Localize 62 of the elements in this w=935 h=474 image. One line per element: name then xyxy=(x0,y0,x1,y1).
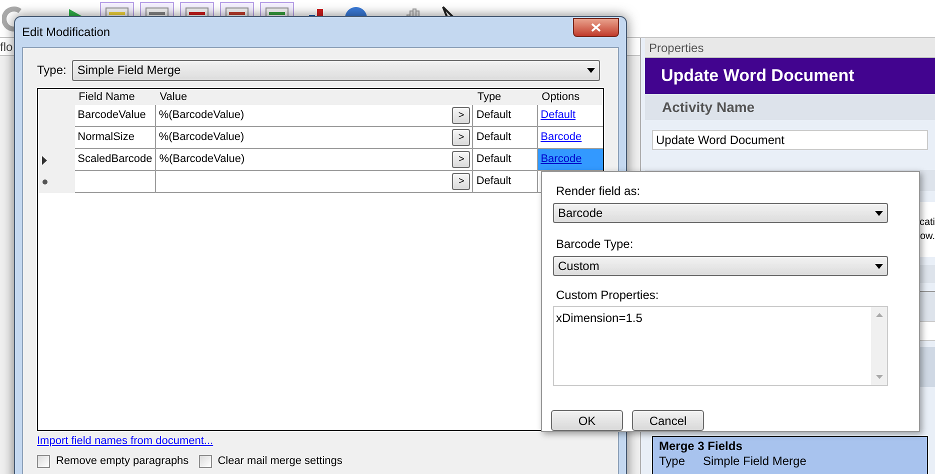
table-cell[interactable]: Default xyxy=(538,105,603,127)
table-cell[interactable]: %(BarcodeValue) > xyxy=(156,105,474,127)
type-dropdown[interactable]: Simple Field Merge xyxy=(72,60,600,80)
row-header[interactable] xyxy=(38,171,75,193)
expression-button[interactable]: > xyxy=(452,129,470,146)
column-header[interactable]: Type xyxy=(473,89,538,105)
render-label: Render field as: xyxy=(555,183,642,200)
table-cell[interactable]: %(BarcodeValue) > xyxy=(156,127,474,149)
table-cell[interactable]: %(BarcodeValue) > xyxy=(156,149,474,171)
checkbox[interactable] xyxy=(37,454,50,468)
render-dropdown[interactable]: Barcode xyxy=(553,203,888,223)
type-label: Type: xyxy=(37,62,66,79)
dropdown-arrow-icon xyxy=(875,210,883,216)
table-cell[interactable]: Default xyxy=(473,149,538,171)
table-cell[interactable]: BarcodeValue xyxy=(74,105,156,127)
close-icon xyxy=(591,22,601,32)
custom-properties-label: Custom Properties: xyxy=(555,287,660,304)
section-header: Activity Name xyxy=(645,94,935,120)
barcode-type-label: Barcode Type: xyxy=(555,236,634,253)
table-cell[interactable]: Barcode xyxy=(538,127,603,149)
column-header[interactable]: Field Name xyxy=(74,89,156,105)
new-row-icon xyxy=(42,179,48,185)
checkbox[interactable] xyxy=(198,454,212,468)
cancel-button[interactable]: Cancel xyxy=(632,410,704,431)
table-cell[interactable]: Default xyxy=(473,127,538,149)
scrollbar[interactable] xyxy=(871,307,887,385)
table-cell[interactable]: NormalSize xyxy=(74,127,156,149)
table-cell[interactable]: Default xyxy=(473,171,538,193)
summary-value: Simple Field Merge xyxy=(703,454,806,469)
expression-button[interactable]: > xyxy=(452,107,470,124)
scroll-down-icon[interactable] xyxy=(876,375,882,379)
description-text: ow. xyxy=(920,230,935,244)
dropdown-arrow-icon xyxy=(875,264,883,268)
table-cell[interactable]: ScaledBarcode xyxy=(74,149,156,171)
tab-label[interactable]: flo xyxy=(0,38,13,56)
activity-header: Update Word Document xyxy=(645,58,935,94)
column-header[interactable]: Value xyxy=(156,89,474,105)
checkbox-label: Remove empty paragraphs xyxy=(56,454,189,468)
table-cell[interactable]: Barcode xyxy=(538,149,603,171)
description-text: cati xyxy=(919,216,935,230)
close-button[interactable] xyxy=(573,18,619,36)
barcode-type-dropdown[interactable]: Custom xyxy=(553,256,888,276)
options-link[interactable]: Barcode xyxy=(540,151,582,168)
checkbox-label: Clear mail merge settings xyxy=(218,454,342,468)
expression-button[interactable]: > xyxy=(452,151,470,168)
options-link[interactable]: Default xyxy=(540,107,576,124)
custom-properties-field[interactable]: xDimension=1.5 xyxy=(553,306,888,386)
options-link[interactable]: Barcode xyxy=(540,129,582,146)
table-cell[interactable]: > xyxy=(156,171,474,193)
panel-title: Properties xyxy=(648,40,705,56)
activity-name-field[interactable]: Update Word Document xyxy=(652,130,928,150)
expression-button[interactable]: > xyxy=(452,173,470,190)
summary-label: Type xyxy=(659,454,686,469)
dropdown-arrow-icon xyxy=(587,68,595,72)
column-header[interactable]: Options xyxy=(538,89,603,105)
table-cell[interactable] xyxy=(74,171,156,193)
import-link[interactable]: Import field names from document... xyxy=(37,433,214,450)
scroll-up-icon[interactable] xyxy=(876,313,882,317)
window-title: Edit Modification xyxy=(22,24,110,41)
summary-title: Merge 3 Fields xyxy=(659,439,744,454)
table-cell[interactable]: Default xyxy=(473,105,538,127)
ok-button[interactable]: OK xyxy=(551,410,623,431)
